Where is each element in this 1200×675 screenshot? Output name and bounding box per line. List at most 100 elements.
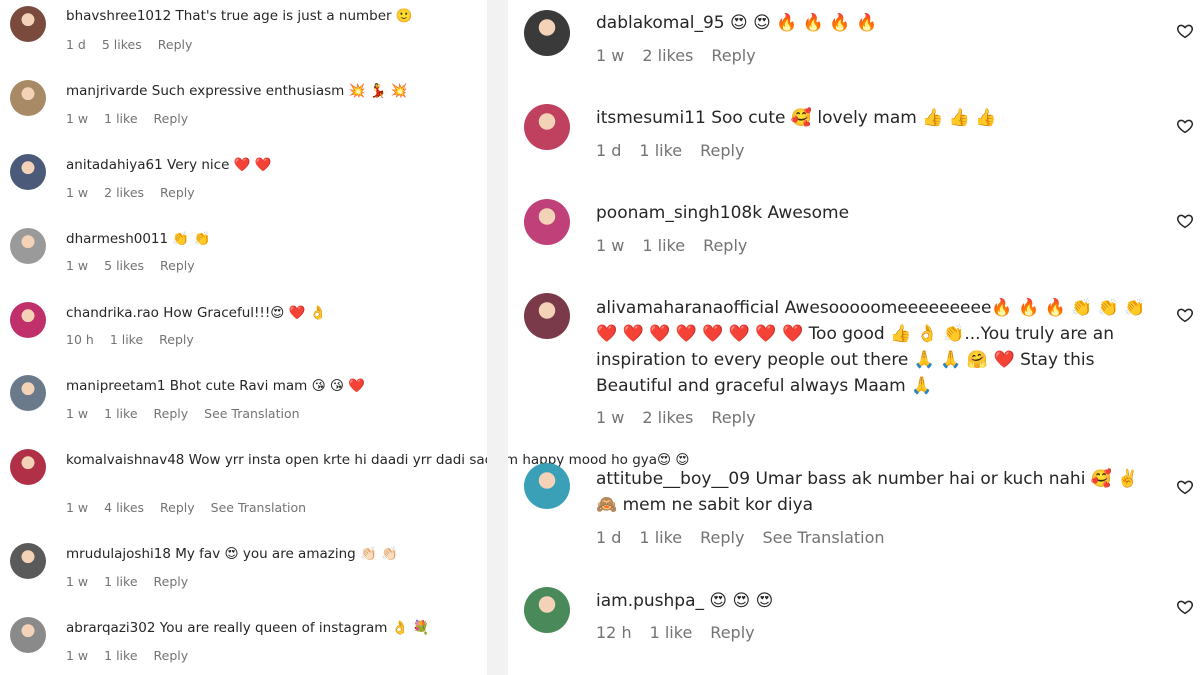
comment-timestamp: 1 w: [66, 574, 89, 589]
like-count-link[interactable]: 1 like: [110, 332, 143, 347]
like-count-link[interactable]: 2 likes: [104, 185, 144, 200]
avatar-image: [10, 449, 46, 485]
comment-username[interactable]: manjrivarde: [66, 83, 147, 99]
avatar-image: [10, 302, 46, 338]
comment-username[interactable]: chandrika.rao: [66, 305, 159, 321]
comment-body: attitube__boy__09 Umar bass ak number ha…: [596, 466, 1156, 518]
see-translation-button[interactable]: See Translation: [211, 500, 306, 515]
avatar[interactable]: [10, 617, 46, 653]
reply-button[interactable]: Reply: [158, 37, 193, 52]
reply-button[interactable]: Reply: [159, 332, 194, 347]
reply-button[interactable]: Reply: [711, 46, 755, 65]
comment-meta: 1 w 1 like Reply See Translation: [66, 406, 316, 421]
comment-text: Very nice ❤️ ❤️: [167, 157, 272, 173]
comment-username[interactable]: attitube__boy__09: [596, 469, 750, 489]
like-heart-icon[interactable]: [1176, 117, 1194, 135]
like-count-link[interactable]: 5 likes: [104, 258, 144, 273]
comment-body: iam.pushpa_ 😍 😍 😍: [596, 588, 1156, 614]
reply-button[interactable]: Reply: [160, 500, 195, 515]
avatar[interactable]: [524, 10, 570, 56]
comment-text: Such expressive enthusiasm 💥 💃 💥: [151, 83, 408, 99]
comment-timestamp: 1 d: [596, 141, 622, 160]
comment-username[interactable]: abrarqazi302: [66, 620, 155, 636]
see-translation-button[interactable]: See Translation: [204, 406, 299, 421]
like-count-link[interactable]: 1 like: [104, 111, 137, 126]
comment-text: How Graceful!!!😍 ❤️ 👌: [163, 305, 327, 321]
like-count-link[interactable]: 4 likes: [104, 500, 144, 515]
reply-button[interactable]: Reply: [160, 185, 195, 200]
avatar[interactable]: [10, 543, 46, 579]
avatar[interactable]: [10, 375, 46, 411]
comment-timestamp: 1 w: [596, 236, 625, 255]
reply-button[interactable]: Reply: [154, 111, 189, 126]
avatar[interactable]: [10, 302, 46, 338]
like-count-link[interactable]: 5 likes: [102, 37, 142, 52]
reply-button[interactable]: Reply: [154, 648, 189, 663]
comment-timestamp: 12 h: [596, 623, 632, 642]
comment-timestamp: 1 w: [66, 406, 89, 421]
comment-text: Bhot cute Ravi mam 😘 😘 ❤️: [169, 378, 366, 394]
reply-button[interactable]: Reply: [154, 574, 189, 589]
comment-meta: 1 w 1 like Reply: [596, 236, 765, 255]
reply-button[interactable]: Reply: [700, 141, 744, 160]
comment-username[interactable]: anitadahiya61: [66, 157, 163, 173]
avatar[interactable]: [10, 6, 46, 42]
comment-meta: 10 h 1 like Reply: [66, 332, 210, 347]
see-translation-button[interactable]: See Translation: [762, 528, 884, 547]
like-heart-icon[interactable]: [1176, 598, 1194, 616]
reply-button[interactable]: Reply: [703, 236, 747, 255]
like-count-link[interactable]: 1 like: [104, 574, 137, 589]
comment-body: abrarqazi302 You are really queen of ins…: [66, 620, 430, 636]
avatar-image: [524, 293, 570, 339]
like-count-link[interactable]: 2 likes: [642, 46, 693, 65]
avatar[interactable]: [10, 80, 46, 116]
comment-username[interactable]: manipreetam1: [66, 378, 165, 394]
comment-body: itsmesumi11 Soo cute 🥰 lovely mam 👍 👍 👍: [596, 105, 1156, 131]
like-count-link[interactable]: 1 like: [639, 141, 682, 160]
avatar[interactable]: [10, 228, 46, 264]
avatar-image: [524, 104, 570, 150]
reply-button[interactable]: Reply: [154, 406, 189, 421]
avatar[interactable]: [524, 293, 570, 339]
avatar[interactable]: [10, 154, 46, 190]
avatar[interactable]: [524, 199, 570, 245]
like-heart-icon[interactable]: [1176, 306, 1194, 324]
comment-body: mrudulajoshi18 My fav 😍 you are amazing …: [66, 546, 398, 562]
avatar-image: [10, 80, 46, 116]
reply-button[interactable]: Reply: [711, 408, 755, 427]
avatar[interactable]: [524, 587, 570, 633]
like-heart-icon[interactable]: [1176, 22, 1194, 40]
comment-username[interactable]: mrudulajoshi18: [66, 546, 171, 562]
reply-button[interactable]: Reply: [710, 623, 754, 642]
comment-username[interactable]: komalvaishnav48: [66, 452, 184, 468]
comment-text: Soo cute 🥰 lovely mam 👍 👍 👍: [711, 108, 997, 128]
comment-username[interactable]: alivamaharanaofficial: [596, 298, 779, 318]
avatar[interactable]: [524, 463, 570, 509]
right-comments-panel: dablakomal_95 😍 😍 🔥 🔥 🔥 🔥 1 w 2 likes Reply…: [508, 0, 1200, 675]
comment-username[interactable]: poonam_singh108k: [596, 203, 762, 223]
comment-text: 👏 👏: [172, 231, 211, 247]
avatar-image: [10, 6, 46, 42]
reply-button[interactable]: Reply: [700, 528, 744, 547]
comment-timestamp: 1 w: [66, 258, 89, 273]
like-heart-icon[interactable]: [1176, 478, 1194, 496]
comment-username[interactable]: dharmesh0011: [66, 231, 168, 247]
comment-username[interactable]: dablakomal_95: [596, 13, 725, 33]
like-count-link[interactable]: 1 like: [650, 623, 693, 642]
like-count-link[interactable]: 2 likes: [642, 408, 693, 427]
like-count-link[interactable]: 1 like: [104, 406, 137, 421]
comment-timestamp: 1 w: [66, 185, 89, 200]
comment-body: manjrivarde Such expressive enthusiasm 💥…: [66, 83, 408, 99]
comment-username[interactable]: itsmesumi11: [596, 108, 706, 128]
avatar[interactable]: [10, 449, 46, 485]
like-heart-icon[interactable]: [1176, 212, 1194, 230]
avatar[interactable]: [524, 104, 570, 150]
comment-username[interactable]: iam.pushpa_: [596, 591, 704, 611]
reply-button[interactable]: Reply: [160, 258, 195, 273]
comment-timestamp: 1 w: [596, 408, 625, 427]
like-count-link[interactable]: 1 like: [104, 648, 137, 663]
like-count-link[interactable]: 1 like: [642, 236, 685, 255]
comment-timestamp: 1 w: [596, 46, 625, 65]
like-count-link[interactable]: 1 like: [639, 528, 682, 547]
comment-username[interactable]: bhavshree1012: [66, 8, 171, 24]
